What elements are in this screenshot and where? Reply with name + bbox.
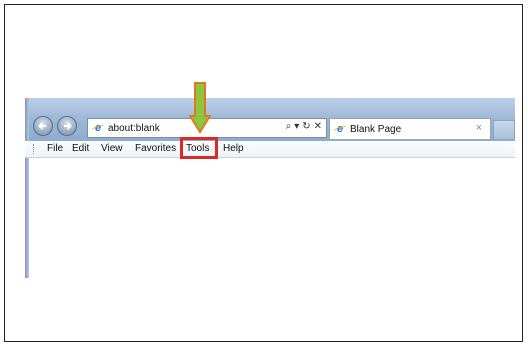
back-button[interactable] [33,116,53,136]
refresh-icon[interactable]: ↻ [302,121,310,132]
menu-file[interactable]: File [45,142,65,156]
tab-blank-page[interactable]: e Blank Page × [329,118,491,139]
address-url: about:blank [108,122,160,134]
forward-arrow-icon [64,122,72,130]
annotation-down-arrow [189,82,211,134]
menu-edit[interactable]: Edit [70,142,91,156]
menu-favorites[interactable]: Favorites [133,142,178,156]
tools-highlight-box [180,137,218,159]
forward-button[interactable] [57,116,77,136]
ie-page-icon: e [92,122,104,134]
tab-title: Blank Page [350,123,402,135]
search-icon[interactable]: ⌕ [286,121,292,132]
menu-bar: File Edit View Favorites Tools Help [25,141,515,158]
browser-window: e about:blank ⌕ ▾ ↻ ✕ e Blank Page × Fil… [25,98,515,278]
menu-help[interactable]: Help [221,142,246,156]
dropdown-icon[interactable]: ▾ [294,121,299,132]
ie-tab-icon: e [334,123,346,135]
menu-view[interactable]: View [99,142,125,156]
stop-icon[interactable]: ✕ [314,121,322,132]
back-arrow-icon [38,122,46,130]
tab-close-icon[interactable]: × [476,122,482,134]
window-left-edge [25,98,29,278]
new-tab-button[interactable] [493,120,515,139]
menu-grip [33,144,36,154]
address-tools: ⌕ ▾ ↻ ✕ [286,121,322,132]
